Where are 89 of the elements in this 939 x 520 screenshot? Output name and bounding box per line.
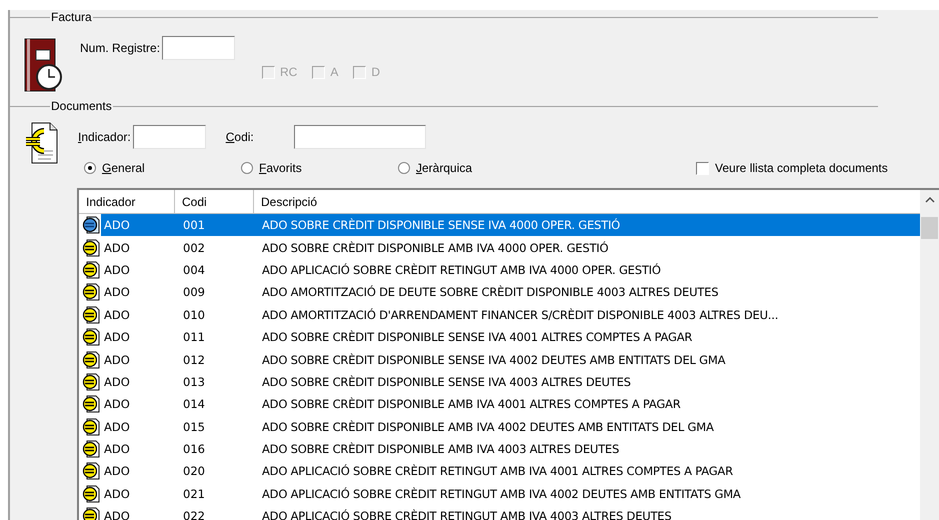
checkbox[interactable] bbox=[696, 162, 709, 174]
column-header[interactable]: Descripció bbox=[254, 190, 920, 214]
radio-button[interactable] bbox=[398, 162, 410, 174]
table-cell-text: ADO APLICACIÓ SOBRE CRÈDIT RETINGUT AMB IVA 4000 OPER. GESTIÓ bbox=[261, 262, 662, 277]
list-row[interactable]: ADO 020 ADO APLICACIÓ SOBRE CRÈDIT RETINGUT AMB IVA 4001 ALTRES COMPTES A PAGAR bbox=[79, 460, 920, 483]
table-cell-text: ADO bbox=[103, 420, 131, 434]
euro-document-icon bbox=[82, 328, 100, 346]
table-cell-text: ADO AMORTITZACIÓ D'ARRENDAMENT FINANCER S/CRÈDIT DISPONIBLE 4003 ALTRES DEU... bbox=[261, 308, 780, 322]
table-cell-text: ADO APLICACIÓ SOBRE CRÈDIT RETINGUT AMB IVA 4001 ALTRES COMPTES A PAGAR bbox=[261, 464, 734, 478]
codi-field[interactable] bbox=[294, 125, 426, 149]
euro-document-icon bbox=[24, 121, 60, 165]
table-cell: ADO bbox=[102, 218, 132, 232]
list-row[interactable]: ADO 015 ADO SOBRE CRÈDIT DISPONIBLE AMB IVA 4002 DEUTES AMB ENTITATS DEL GMA bbox=[79, 416, 920, 438]
table-cell-text: ADO SOBRE CRÈDIT DISPONIBLE SENSE IVA 4003 ALTRES DEUTES bbox=[261, 374, 632, 389]
table-cell-text: 020 bbox=[182, 464, 206, 478]
radio-label: General bbox=[102, 161, 145, 175]
euro-document-icon bbox=[82, 260, 100, 279]
list-row[interactable]: ADO 002 ADO SOBRE CRÈDIT DISPONIBLE AMB IVA 4000 OPER. GESTIÓ bbox=[79, 236, 920, 259]
euro-document-icon bbox=[82, 238, 100, 257]
table-cell-text: ADO bbox=[103, 262, 131, 277]
table-cell-text: ADO bbox=[103, 330, 131, 344]
euro-document-icon bbox=[82, 216, 100, 234]
table-cell-text: ADO bbox=[103, 352, 131, 367]
euro-document-icon bbox=[82, 283, 100, 302]
checkbox-label: A bbox=[330, 65, 338, 79]
scrollbar-thumb[interactable] bbox=[921, 217, 938, 239]
table-cell-text: 013 bbox=[182, 374, 206, 389]
notebook-clock-icon bbox=[24, 36, 62, 94]
radio-label: Jeràrquica bbox=[416, 161, 472, 175]
indicador-field[interactable] bbox=[132, 125, 206, 149]
table-cell-text: 012 bbox=[182, 352, 206, 367]
table-cell-text: 010 bbox=[182, 308, 206, 322]
field-label: Codi: bbox=[226, 130, 254, 144]
radio-button[interactable] bbox=[241, 162, 253, 174]
table-cell-text: 002 bbox=[182, 240, 206, 255]
table-cell-text: 014 bbox=[182, 397, 206, 412]
field-label: Indicador: bbox=[78, 130, 131, 144]
table-cell-text: ADO bbox=[103, 240, 131, 255]
column-header[interactable]: Indicador bbox=[79, 190, 175, 214]
radio-button[interactable] bbox=[84, 162, 96, 174]
list-row[interactable]: ADO 010 ADO AMORTITZACIÓ D'ARRENDAMENT FINANCER S/CRÈDIT DISPONIBLE 4003 ALTRES DEU... bbox=[79, 304, 920, 326]
euro-document-icon bbox=[82, 395, 100, 414]
table-cell-text: ADO bbox=[103, 464, 131, 478]
table-cell-text: 015 bbox=[182, 420, 206, 434]
table-cell-text: 011 bbox=[182, 330, 206, 344]
table-cell-text: ADO bbox=[103, 397, 131, 412]
list-row[interactable]: ADO 011 ADO SOBRE CRÈDIT DISPONIBLE SENSE IVA 4001 ALTRES COMPTES A PAGAR bbox=[79, 326, 920, 348]
list-row[interactable]: ADO 016 ADO SOBRE CRÈDIT DISPONIBLE AMB IVA 4003 ALTRES DEUTES bbox=[79, 438, 920, 460]
euro-document-icon bbox=[82, 462, 100, 480]
list-row[interactable]: ADO 021 ADO APLICACIÓ SOBRE CRÈDIT RETINGUT AMB IVA 4002 DEUTES AMB ENTITATS GMA bbox=[79, 482, 920, 506]
table-cell-text: ADO SOBRE CRÈDIT DISPONIBLE AMB IVA 4000 OPER. GESTIÓ bbox=[261, 240, 610, 255]
euro-document-icon bbox=[82, 372, 100, 391]
field-label: Num. Registre: bbox=[80, 41, 160, 55]
checkbox-label: Veure llista completa documents bbox=[715, 161, 888, 175]
column-header[interactable]: Codi bbox=[175, 190, 254, 214]
table-cell-text: ADO bbox=[103, 442, 131, 456]
list-row[interactable]: ADO 014 ADO SOBRE CRÈDIT DISPONIBLE AMB IVA 4001 ALTRES COMPTES A PAGAR bbox=[79, 393, 920, 416]
table-cell-text: ADO SOBRE CRÈDIT DISPONIBLE AMB IVA 4003 ALTRES DEUTES bbox=[261, 442, 620, 456]
euro-document-icon bbox=[82, 306, 100, 324]
group-title: Factura bbox=[50, 10, 93, 24]
table-cell-text: 009 bbox=[182, 285, 206, 300]
group-title: Documents bbox=[50, 99, 113, 113]
table-cell-text: ADO AMORTITZACIÓ DE DEUTE SOBRE CRÈDIT DISPONIBLE 4003 ALTRES DEUTES bbox=[261, 285, 720, 300]
num-registre-field[interactable] bbox=[162, 36, 236, 60]
table-cell-text: ADO APLICACIÓ SOBRE CRÈDIT RETINGUT AMB IVA 4002 DEUTES AMB ENTITATS GMA bbox=[261, 486, 742, 501]
table-cell-text: ADO SOBRE CRÈDIT DISPONIBLE AMB IVA 4002 DEUTES AMB ENTITATS DEL GMA bbox=[261, 420, 715, 434]
table-cell-text: 016 bbox=[182, 442, 206, 456]
list-row[interactable]: ADO 013 ADO SOBRE CRÈDIT DISPONIBLE SENSE IVA 4003 ALTRES DEUTES bbox=[79, 370, 920, 394]
euro-document-icon bbox=[82, 484, 100, 503]
table-cell-text: ADO bbox=[103, 285, 131, 300]
scrollbar[interactable] bbox=[920, 190, 939, 520]
table-cell-text: ADO SOBRE CRÈDIT DISPONIBLE SENSE IVA 4002 DEUTES AMB ENTITATS DEL GMA bbox=[261, 352, 726, 367]
scroll-up-icon[interactable] bbox=[924, 197, 934, 203]
list-row[interactable]: ADO 004 ADO APLICACIÓ SOBRE CRÈDIT RETINGUT AMB IVA 4000 OPER. GESTIÓ bbox=[79, 258, 920, 282]
table-cell-text: ADO bbox=[103, 308, 131, 322]
table-cell-text: ADO bbox=[103, 486, 131, 501]
checkbox-label: D bbox=[371, 65, 380, 79]
table-cell-text: 004 bbox=[182, 262, 206, 277]
table-cell-text: 021 bbox=[182, 486, 206, 501]
list-row[interactable]: ADO 012 ADO SOBRE CRÈDIT DISPONIBLE SENSE IVA 4002 DEUTES AMB ENTITATS DEL GMA bbox=[79, 348, 920, 371]
radio-label: Favorits bbox=[259, 161, 302, 175]
table-cell-text: ADO SOBRE CRÈDIT DISPONIBLE AMB IVA 4001 ALTRES COMPTES A PAGAR bbox=[261, 397, 682, 412]
checkbox-label: RC bbox=[280, 65, 298, 79]
table-cell-text: ADO SOBRE CRÈDIT DISPONIBLE SENSE IVA 4001 ALTRES COMPTES A PAGAR bbox=[261, 330, 694, 344]
table-cell-text: ADO bbox=[103, 374, 131, 389]
euro-document-icon bbox=[82, 418, 100, 436]
euro-document-icon bbox=[82, 350, 100, 369]
euro-document-icon bbox=[82, 440, 100, 458]
list-row[interactable]: ADO 009 ADO AMORTITZACIÓ DE DEUTE SOBRE CRÈDIT DISPONIBLE 4003 ALTRES DEUTES bbox=[79, 281, 920, 304]
